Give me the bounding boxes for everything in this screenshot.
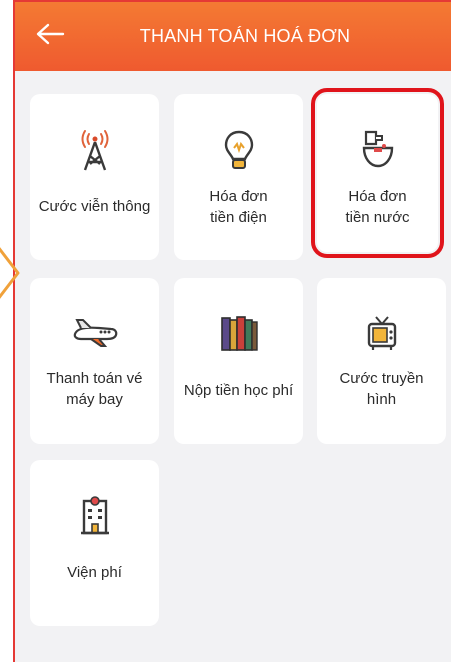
service-tile-electricity[interactable]: Hóa đơn tiền điện (174, 94, 303, 260)
header-bar: THANH TOÁN HOÁ ĐƠN (15, 2, 451, 71)
service-label: Cước viễn thông (38, 197, 151, 215)
service-label: Viện phí (67, 563, 122, 581)
service-tile-flight[interactable]: Thanh toán vé máy bay (30, 278, 159, 444)
service-tile-telecom[interactable]: Cước viễn thông (30, 94, 159, 260)
antenna-tower-icon (75, 128, 115, 172)
water-faucet-icon (360, 128, 396, 172)
books-icon (219, 312, 259, 356)
page-title: THANH TOÁN HOÁ ĐƠN (139, 26, 351, 46)
service-tile-hospital[interactable]: Viện phí (30, 460, 159, 626)
service-label: Hóa đơn tiền điện (209, 188, 268, 226)
service-tile-tuition[interactable]: Nộp tiền học phí (174, 278, 303, 444)
arrow-left-icon (36, 23, 65, 45)
chevron-right-icon (0, 247, 20, 299)
light-bulb-icon (222, 128, 256, 172)
service-label: Thanh toán vé máy bay (46, 370, 143, 408)
service-label: Nộp tiền học phí (183, 381, 294, 399)
service-tile-tv[interactable]: Cước truyền hình (317, 278, 446, 444)
app-screen: THANH TOÁN HOÁ ĐƠN Cước viễn thông Hóa đ… (13, 0, 451, 662)
back-button[interactable] (33, 20, 67, 48)
service-label: Hóa đơn tiền nước (345, 188, 410, 226)
service-label: Cước truyền hình (339, 370, 424, 408)
television-icon (364, 312, 400, 354)
hospital-icon (79, 494, 111, 538)
airplane-icon (71, 312, 119, 354)
service-tile-water[interactable]: Hóa đơn tiền nước (311, 88, 444, 258)
